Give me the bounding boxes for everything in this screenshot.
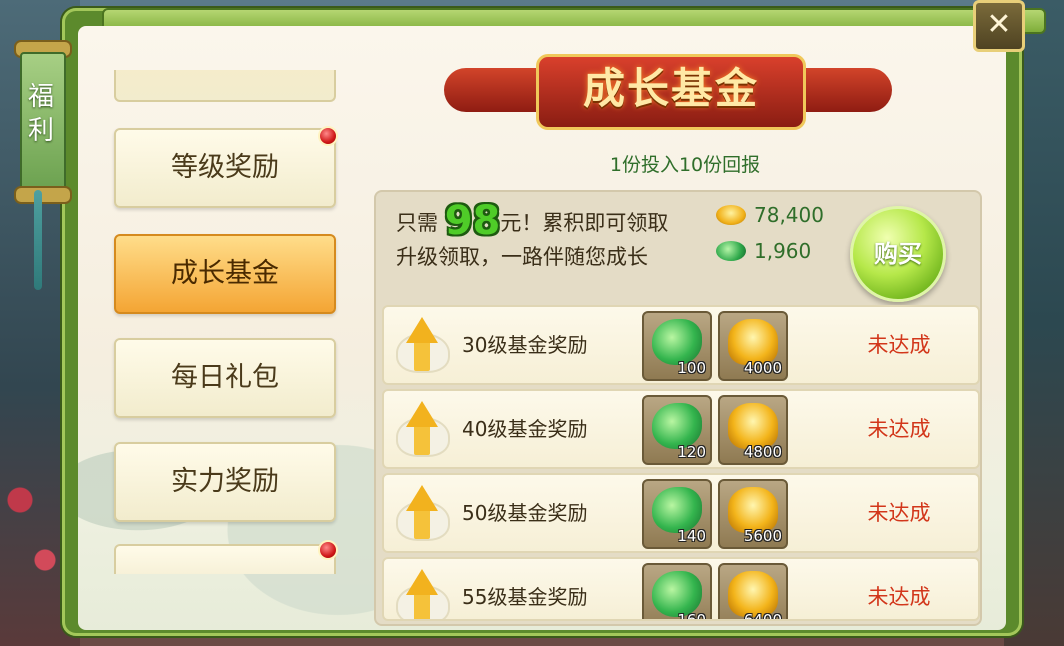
reward-status: 未达成 [867, 501, 931, 525]
jade-reward-slot[interactable]: 160 [642, 563, 712, 621]
gold-quantity: 6400 [743, 611, 782, 621]
welfare-tag: 福 利 [12, 40, 72, 204]
reward-label: 55级基金奖励 [462, 585, 588, 609]
menu-item-peek-bottom[interactable] [114, 540, 338, 574]
price-suffix: 元！累积即可领取 [500, 211, 669, 235]
gold-reward-slot[interactable]: 6400 [718, 563, 788, 621]
gold-total: 78,400 [716, 203, 824, 227]
reward-row: 40级基金奖励 120 4800 未达成 [382, 389, 980, 469]
price-amount: 98 [444, 198, 501, 244]
tag-title: 福 利 [27, 82, 54, 146]
menu-item-power-reward[interactable]: 实力奖励 [114, 442, 336, 522]
notification-dot [318, 126, 338, 146]
jade-reward-slot[interactable]: 120 [642, 395, 712, 465]
gold-reward-slot[interactable]: 4800 [718, 395, 788, 465]
reward-row: 30级基金奖励 100 4000 未达成 [382, 305, 980, 385]
page-subtitle: 1份投入10份回报 [609, 154, 761, 176]
menu-item-peek-top[interactable] [114, 70, 336, 102]
gold-reward-slot[interactable]: 4000 [718, 311, 788, 381]
jade-reward-slot[interactable]: 100 [642, 311, 712, 381]
gold-quantity: 4800 [743, 443, 782, 461]
reward-status: 未达成 [867, 417, 931, 441]
reward-label: 40级基金奖励 [462, 417, 588, 441]
buy-button[interactable]: 购买 [850, 206, 946, 302]
gold-ingot-icon [716, 205, 746, 225]
level-up-arrow-icon [390, 395, 452, 463]
gold-quantity: 4000 [743, 359, 782, 377]
gold-quantity: 5600 [743, 527, 782, 545]
title-banner: 成长基金 [444, 48, 892, 136]
reward-status: 未达成 [867, 333, 931, 357]
reward-label: 50级基金奖励 [462, 501, 588, 525]
notification-dot [318, 540, 338, 560]
gold-reward-slot[interactable]: 5600 [718, 479, 788, 549]
menu-item-label: 成长基金 [171, 258, 279, 289]
level-up-arrow-icon [390, 311, 452, 379]
tag-cap-bottom [14, 186, 72, 204]
menu-item-level-reward[interactable]: 等级奖励 [114, 126, 338, 208]
jade-quantity: 100 [677, 359, 706, 377]
close-button[interactable]: ✕ [973, 0, 1025, 52]
jade-quantity: 160 [677, 611, 706, 621]
jade-total-value: 1,960 [754, 239, 812, 263]
menu-item-growth-fund[interactable]: 成长基金 [114, 234, 336, 314]
reward-status: 未达成 [867, 585, 931, 609]
jade-icon [716, 241, 746, 261]
level-up-arrow-icon [390, 479, 452, 547]
jade-quantity: 140 [677, 527, 706, 545]
tassel-decoration [34, 190, 42, 290]
price-prefix: 只需 [396, 211, 438, 235]
menu-item-label: 等级奖励 [171, 152, 279, 183]
level-up-arrow-icon [390, 563, 452, 619]
close-icon: ✕ [986, 7, 1012, 42]
reward-row: 55级基金奖励 160 6400 未达成 [382, 557, 980, 621]
gold-total-value: 78,400 [754, 203, 824, 227]
fund-description: 升级领取，一路伴随您成长 [396, 245, 648, 269]
menu-item-label: 实力奖励 [171, 466, 279, 497]
fund-info: 只需 98元！累积即可领取 升级领取，一路伴随您成长 [396, 201, 726, 274]
menu-item-label: 每日礼包 [171, 362, 279, 393]
reward-label: 30级基金奖励 [462, 333, 588, 357]
page-title: 成长基金 [582, 64, 759, 113]
reward-row: 50级基金奖励 140 5600 未达成 [382, 473, 980, 553]
jade-total: 1,960 [716, 239, 811, 263]
menu-item-daily-gift[interactable]: 每日礼包 [114, 338, 336, 418]
jade-quantity: 120 [677, 443, 706, 461]
jade-reward-slot[interactable]: 140 [642, 479, 712, 549]
fund-price-line: 只需 98元！累积即可领取 [396, 201, 726, 241]
